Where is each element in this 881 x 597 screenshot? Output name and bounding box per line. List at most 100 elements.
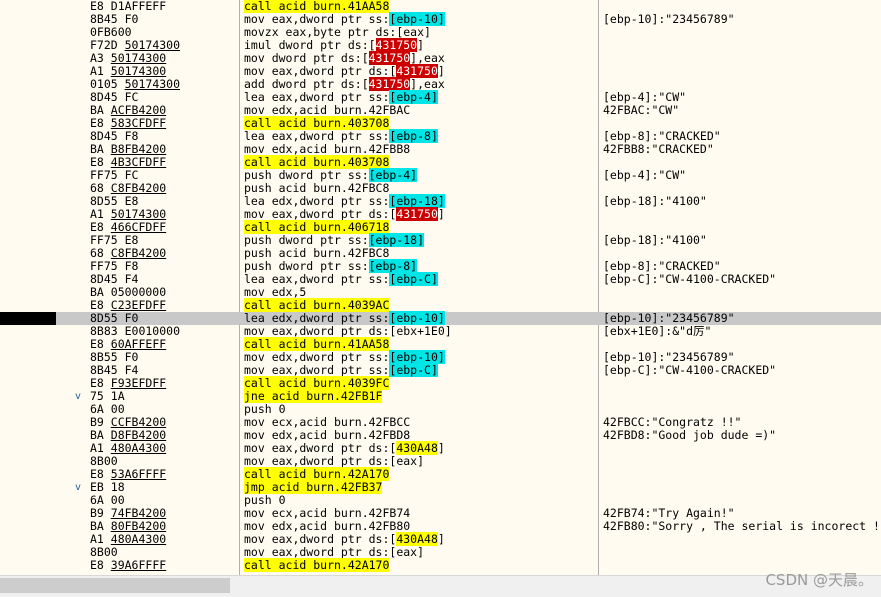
row-comment: 42FB80:"Sorry , The serial is incorect !…	[603, 519, 881, 533]
bytes-segment: C23EFDFF	[110, 298, 167, 312]
instruction-segment: 430A48	[396, 532, 438, 546]
bytes-segment: 50174300	[110, 64, 167, 78]
jump-arrow-icon: v	[74, 391, 82, 402]
scrollbar-thumb[interactable]	[0, 578, 230, 593]
bytes-segment: 8D45 FC	[90, 90, 139, 104]
bytes-segment: F72D	[90, 38, 125, 52]
bytes-segment: B9	[90, 415, 111, 429]
bytes-segment: 583CFDFF	[110, 116, 167, 130]
horizontal-scrollbar[interactable]	[0, 575, 881, 597]
instruction-segment: [ebp-18]	[389, 194, 445, 208]
instruction-segment: add dword ptr ds:[	[244, 77, 369, 91]
instruction-segment: ]	[437, 441, 445, 455]
instruction-segment: lea edx,dword ptr ss:	[244, 194, 390, 208]
instruction-segment: mov ecx,acid burn.42FB74	[244, 506, 411, 520]
instruction-segment: [ebp-C]	[389, 363, 438, 377]
listing-row[interactable]: v 75 1A jne acid burn.42FB1F	[0, 389, 881, 403]
bytes-segment: 50174300	[110, 51, 167, 65]
instruction-segment: call acid burn.403708	[244, 116, 390, 130]
bytes-segment: C8FB4200	[110, 246, 167, 260]
bytes-segment: 0FB600	[90, 25, 132, 39]
instruction-segment: 431750	[368, 51, 411, 65]
row-comment: 42FBAC:"CW"	[603, 103, 680, 117]
bytes-segment: BA	[90, 519, 111, 533]
instruction-segment: [ebp-4]	[389, 90, 438, 104]
instruction-segment: 430A48	[396, 441, 438, 455]
bytes-segment: EB 18	[90, 480, 125, 494]
bytes-segment: FF75 F8	[90, 259, 139, 273]
bytes-segment: A3	[90, 51, 111, 65]
instruction-segment: mov edx,acid burn.42FBAC	[244, 103, 411, 117]
bytes-segment: E8	[90, 337, 111, 351]
row-instruction: call acid burn.42A170	[244, 558, 390, 572]
bytes-segment: A1	[90, 532, 111, 546]
instruction-segment: 431750	[396, 207, 438, 221]
listing-row[interactable]: 8B45 F0 mov eax,dword ptr ss:[ebp-10] [ebp…	[0, 12, 881, 26]
instruction-segment: 431750	[375, 38, 418, 52]
bytes-segment: 8B83 E0010000	[90, 324, 181, 338]
instruction-segment: [ebp-10]	[389, 12, 445, 26]
row-comment: 42FBD8:"Good job dude =)"	[603, 428, 777, 442]
bytes-segment: B9	[90, 506, 111, 520]
row-comment: [ebp-18]:"4100"	[603, 194, 707, 208]
bytes-segment: 8B55 F0	[90, 350, 139, 364]
instruction-segment: call acid burn.4039AC	[244, 298, 390, 312]
disassembly-listing[interactable]: E8 D1AFFEFF call acid burn.41AA58 8B45 F0 m…	[0, 0, 881, 575]
instruction-segment: push acid burn.42FBC8	[244, 181, 390, 195]
listing-row[interactable]: A1 480A4300 mov eax,dword ptr ds:[430A48]	[0, 441, 881, 455]
row-comment: [ebp-C]:"CW-4100-CRACKED"	[603, 272, 777, 286]
instruction-segment: lea edx,dword ptr ss:	[244, 311, 390, 325]
instruction-segment: jne acid burn.42FB1F	[244, 389, 383, 403]
bytes-segment: BA 05000000	[90, 285, 167, 299]
instruction-segment: call acid burn.41AA58	[244, 337, 390, 351]
listing-row[interactable]: v EB 18 jmp acid burn.42FB37	[0, 480, 881, 494]
bytes-segment: FF75 FC	[90, 168, 139, 182]
instruction-segment: ]	[437, 64, 445, 78]
bytes-segment: 8B45 F4	[90, 363, 139, 377]
instruction-segment: push dword ptr ss:	[244, 233, 369, 247]
bytes-segment: 74FB4200	[110, 506, 167, 520]
instruction-segment: [ebp-18]	[368, 233, 425, 247]
instruction-segment: 431750	[396, 64, 438, 78]
bytes-segment: 8D55 F0	[90, 311, 139, 325]
listing-row[interactable]: E8 39A6FFFF call acid burn.42A170	[0, 558, 881, 572]
bytes-segment: 480A4300	[110, 532, 167, 546]
instruction-segment: mov eax,dword ptr ss:	[244, 12, 390, 26]
listing-row[interactable]: E8 F93EFDFF call acid burn.4039FC	[0, 376, 881, 390]
bytes-segment: E8	[90, 467, 111, 481]
instruction-segment: mov edx,acid burn.42FB80	[244, 519, 411, 533]
bytes-segment: 68	[90, 181, 111, 195]
instruction-segment: call acid burn.42A170	[244, 467, 390, 481]
row-comment: [ebp-4]:"CW"	[603, 168, 687, 182]
bytes-segment: B8FB4200	[110, 142, 167, 156]
instruction-segment: ]	[437, 532, 445, 546]
instruction-segment: mov eax,dword ptr ds:[ebx+1E0]	[244, 324, 452, 338]
instruction-segment: [ebp-8]	[368, 259, 418, 273]
instruction-segment: mov eax,dword ptr ds:[	[244, 532, 397, 546]
instruction-segment: lea eax,dword ptr ss:	[244, 272, 390, 286]
instruction-segment: 431750	[368, 77, 411, 91]
instruction-segment: [ebp-8]	[389, 129, 438, 143]
instruction-segment: lea eax,dword ptr ss:	[244, 90, 390, 104]
bytes-segment: C8FB4200	[110, 181, 167, 195]
row-comment: [ebp-10]:"23456789"	[603, 12, 735, 26]
row-comment: [ebp-C]:"CW-4100-CRACKED"	[603, 363, 777, 377]
bytes-segment: 75 1A	[90, 389, 125, 403]
row-comment: [ebp-18]:"4100"	[603, 233, 707, 247]
instruction-segment: push acid burn.42FBC8	[244, 246, 390, 260]
listing-row[interactable]: E8 53A6FFFF call acid burn.42A170	[0, 467, 881, 481]
instruction-segment: mov edx,acid burn.42FBD8	[244, 428, 411, 442]
instruction-segment: lea eax,dword ptr ss:	[244, 129, 390, 143]
instruction-segment: [ebp-10]	[389, 311, 445, 325]
bytes-segment: A1	[90, 441, 111, 455]
instruction-segment: push dword ptr ss:	[244, 259, 369, 273]
bytes-segment: 8D45 F4	[90, 272, 139, 286]
current-line-marker	[0, 312, 56, 325]
bytes-segment: BA	[90, 103, 111, 117]
listing-row[interactable]: A1 480A4300 mov eax,dword ptr ds:[430A48]	[0, 532, 881, 546]
instruction-segment: push dword ptr ss:	[244, 168, 369, 182]
instruction-segment: call acid burn.42A170	[244, 558, 390, 572]
instruction-segment: jmp acid burn.42FB37	[244, 480, 383, 494]
bytes-segment: 50174300	[124, 77, 181, 91]
bytes-segment: E8	[90, 155, 111, 169]
